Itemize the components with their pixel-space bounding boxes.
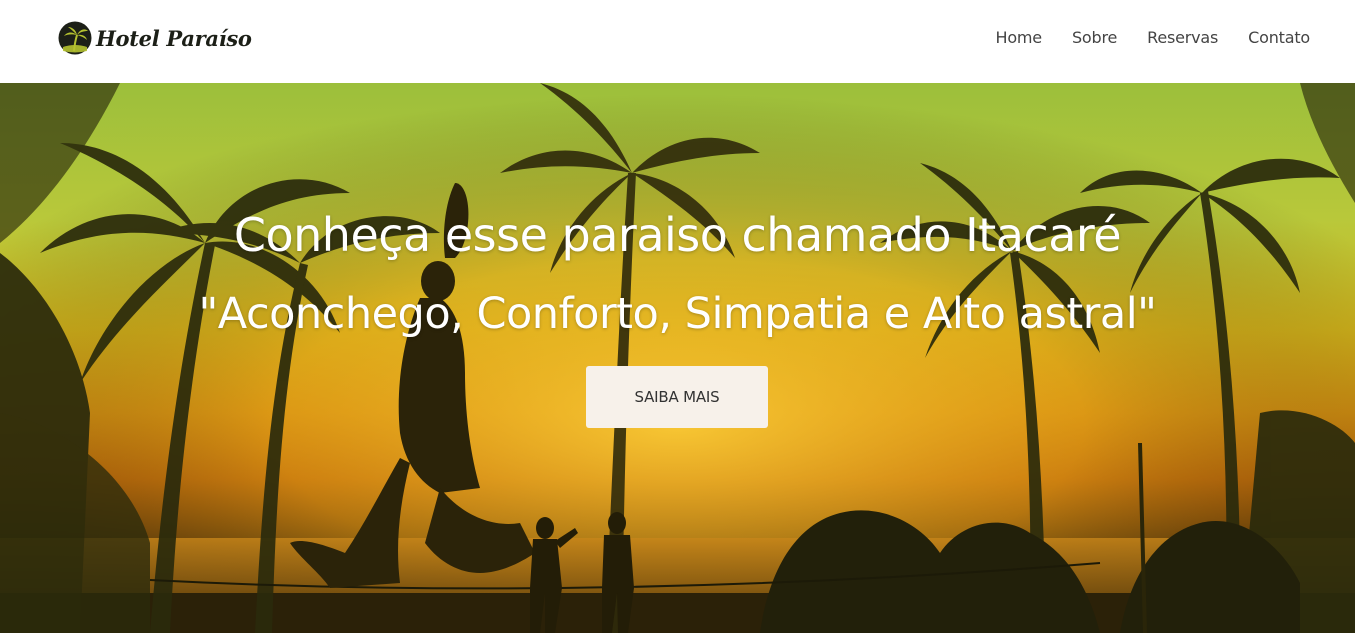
- saiba-mais-button[interactable]: SAIBA MAIS: [586, 366, 768, 428]
- logo-text: Hotel Paraíso: [96, 25, 252, 51]
- nav-item-contato[interactable]: Contato: [1248, 28, 1310, 47]
- logo[interactable]: Hotel Paraíso: [58, 20, 252, 56]
- nav-item-sobre[interactable]: Sobre: [1072, 28, 1117, 47]
- site-header: Hotel Paraíso Home Sobre Reservas Contat…: [0, 0, 1355, 83]
- hero-section: Conheça esse paraiso chamado Itacaré "Ac…: [0, 83, 1355, 633]
- nav-item-reservas[interactable]: Reservas: [1147, 28, 1218, 47]
- hero-background-image: [0, 83, 1355, 633]
- nav-item-home[interactable]: Home: [996, 28, 1043, 47]
- hero-title: Conheça esse paraiso chamado Itacaré: [233, 208, 1122, 262]
- hero-subtitle: "Aconchego, Conforto, Simpatia e Alto as…: [198, 289, 1157, 339]
- main-nav: Home Sobre Reservas Contato: [966, 28, 1311, 47]
- palm-tree-icon: [58, 21, 92, 55]
